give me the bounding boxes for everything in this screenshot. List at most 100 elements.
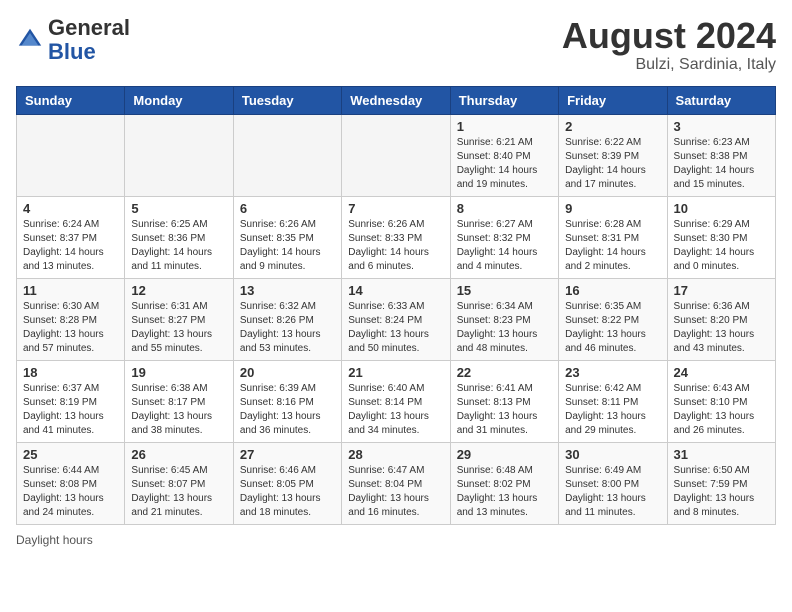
day-number: 5 <box>131 201 226 216</box>
day-content: Sunrise: 6:46 AM Sunset: 8:05 PM Dayligh… <box>240 464 335 520</box>
calendar-cell: 13 Sunrise: 6:32 AM Sunset: 8:26 PM Dayli… <box>233 278 341 360</box>
calendar-body: 1 Sunrise: 6:21 AM Sunset: 8:40 PM Daylig… <box>17 114 776 524</box>
calendar-cell: 7 Sunrise: 6:26 AM Sunset: 8:33 PM Daylig… <box>342 196 450 278</box>
calendar-cell: 31 Sunrise: 6:50 AM Sunset: 7:59 PM Dayli… <box>667 442 775 524</box>
day-number: 31 <box>674 447 769 462</box>
calendar-cell: 10Sunrise: 6:29 AM Sunset: 8:30 PM Dayli… <box>667 196 775 278</box>
calendar-cell: 17 Sunrise: 6:36 AM Sunset: 8:20 PM Dayli… <box>667 278 775 360</box>
calendar-cell: 25 Sunrise: 6:44 AM Sunset: 8:08 PM Dayli… <box>17 442 125 524</box>
day-content: Sunrise: 6:42 AM Sunset: 8:11 PM Dayligh… <box>565 382 660 438</box>
day-content: Sunrise: 6:31 AM Sunset: 8:27 PM Dayligh… <box>131 300 226 356</box>
calendar-cell: 26 Sunrise: 6:45 AM Sunset: 8:07 PM Dayli… <box>125 442 233 524</box>
day-number: 14 <box>348 283 443 298</box>
week-row-4: 18Sunrise: 6:37 AM Sunset: 8:19 PM Dayli… <box>17 360 776 442</box>
month-year: August 2024 <box>562 16 776 56</box>
calendar-cell <box>125 114 233 196</box>
day-content: Sunrise: 6:36 AM Sunset: 8:20 PM Dayligh… <box>674 300 769 356</box>
day-number: 10 <box>674 201 769 216</box>
day-content: Sunrise: 6:39 AM Sunset: 8:16 PM Dayligh… <box>240 382 335 438</box>
day-content: Sunrise: 6:44 AM Sunset: 8:08 PM Dayligh… <box>23 464 118 520</box>
day-number: 23 <box>565 365 660 380</box>
calendar-cell: 24Sunrise: 6:43 AM Sunset: 8:10 PM Dayli… <box>667 360 775 442</box>
day-content: Sunrise: 6:27 AM Sunset: 8:32 PM Dayligh… <box>457 218 552 274</box>
footer: Daylight hours <box>16 533 776 547</box>
day-number: 26 <box>131 447 226 462</box>
title-block: August 2024 Bulzi, Sardinia, Italy <box>562 16 776 74</box>
calendar-cell: 18Sunrise: 6:37 AM Sunset: 8:19 PM Dayli… <box>17 360 125 442</box>
day-number: 12 <box>131 283 226 298</box>
calendar-cell: 21Sunrise: 6:40 AM Sunset: 8:14 PM Dayli… <box>342 360 450 442</box>
day-number: 20 <box>240 365 335 380</box>
day-of-week-friday: Friday <box>559 86 667 114</box>
day-content: Sunrise: 6:26 AM Sunset: 8:35 PM Dayligh… <box>240 218 335 274</box>
day-number: 22 <box>457 365 552 380</box>
calendar-cell: 14Sunrise: 6:33 AM Sunset: 8:24 PM Dayli… <box>342 278 450 360</box>
week-row-1: 1 Sunrise: 6:21 AM Sunset: 8:40 PM Daylig… <box>17 114 776 196</box>
day-content: Sunrise: 6:22 AM Sunset: 8:39 PM Dayligh… <box>565 136 660 192</box>
day-content: Sunrise: 6:41 AM Sunset: 8:13 PM Dayligh… <box>457 382 552 438</box>
day-number: 28 <box>348 447 443 462</box>
calendar-cell: 6Sunrise: 6:26 AM Sunset: 8:35 PM Daylig… <box>233 196 341 278</box>
day-number: 19 <box>131 365 226 380</box>
calendar-cell: 9 Sunrise: 6:28 AM Sunset: 8:31 PM Daylig… <box>559 196 667 278</box>
day-number: 25 <box>23 447 118 462</box>
day-of-week-thursday: Thursday <box>450 86 558 114</box>
day-number: 24 <box>674 365 769 380</box>
day-number: 2 <box>565 119 660 134</box>
day-content: Sunrise: 6:23 AM Sunset: 8:38 PM Dayligh… <box>674 136 769 192</box>
day-number: 7 <box>348 201 443 216</box>
calendar-cell: 27 Sunrise: 6:46 AM Sunset: 8:05 PM Dayli… <box>233 442 341 524</box>
day-number: 27 <box>240 447 335 462</box>
header: General Blue August 2024 Bulzi, Sardinia… <box>16 16 776 74</box>
calendar-cell: 12 Sunrise: 6:31 AM Sunset: 8:27 PM Dayli… <box>125 278 233 360</box>
calendar-header: SundayMondayTuesdayWednesdayThursdayFrid… <box>17 86 776 114</box>
day-content: Sunrise: 6:47 AM Sunset: 8:04 PM Dayligh… <box>348 464 443 520</box>
day-number: 29 <box>457 447 552 462</box>
logo-general-text: General <box>48 15 130 40</box>
day-of-week-wednesday: Wednesday <box>342 86 450 114</box>
day-number: 18 <box>23 365 118 380</box>
calendar-cell: 22 Sunrise: 6:41 AM Sunset: 8:13 PM Dayli… <box>450 360 558 442</box>
day-number: 17 <box>674 283 769 298</box>
calendar-cell: 2 Sunrise: 6:22 AM Sunset: 8:39 PM Daylig… <box>559 114 667 196</box>
day-content: Sunrise: 6:28 AM Sunset: 8:31 PM Dayligh… <box>565 218 660 274</box>
day-content: Sunrise: 6:21 AM Sunset: 8:40 PM Dayligh… <box>457 136 552 192</box>
day-number: 13 <box>240 283 335 298</box>
calendar-cell <box>233 114 341 196</box>
location: Bulzi, Sardinia, Italy <box>562 56 776 74</box>
day-of-week-tuesday: Tuesday <box>233 86 341 114</box>
calendar-table: SundayMondayTuesdayWednesdayThursdayFrid… <box>16 86 776 525</box>
day-content: Sunrise: 6:50 AM Sunset: 7:59 PM Dayligh… <box>674 464 769 520</box>
day-content: Sunrise: 6:35 AM Sunset: 8:22 PM Dayligh… <box>565 300 660 356</box>
calendar-cell: 20 Sunrise: 6:39 AM Sunset: 8:16 PM Dayli… <box>233 360 341 442</box>
calendar-cell: 1 Sunrise: 6:21 AM Sunset: 8:40 PM Daylig… <box>450 114 558 196</box>
calendar-cell: 3 Sunrise: 6:23 AM Sunset: 8:38 PM Daylig… <box>667 114 775 196</box>
day-content: Sunrise: 6:49 AM Sunset: 8:00 PM Dayligh… <box>565 464 660 520</box>
day-of-week-saturday: Saturday <box>667 86 775 114</box>
day-number: 21 <box>348 365 443 380</box>
day-number: 15 <box>457 283 552 298</box>
day-content: Sunrise: 6:45 AM Sunset: 8:07 PM Dayligh… <box>131 464 226 520</box>
day-content: Sunrise: 6:48 AM Sunset: 8:02 PM Dayligh… <box>457 464 552 520</box>
week-row-3: 11Sunrise: 6:30 AM Sunset: 8:28 PM Dayli… <box>17 278 776 360</box>
calendar-cell <box>342 114 450 196</box>
calendar-cell: 4Sunrise: 6:24 AM Sunset: 8:37 PM Daylig… <box>17 196 125 278</box>
day-content: Sunrise: 6:32 AM Sunset: 8:26 PM Dayligh… <box>240 300 335 356</box>
calendar-cell: 19Sunrise: 6:38 AM Sunset: 8:17 PM Dayli… <box>125 360 233 442</box>
day-content: Sunrise: 6:24 AM Sunset: 8:37 PM Dayligh… <box>23 218 118 274</box>
days-of-week-row: SundayMondayTuesdayWednesdayThursdayFrid… <box>17 86 776 114</box>
day-of-week-sunday: Sunday <box>17 86 125 114</box>
calendar-cell: 30Sunrise: 6:49 AM Sunset: 8:00 PM Dayli… <box>559 442 667 524</box>
day-content: Sunrise: 6:34 AM Sunset: 8:23 PM Dayligh… <box>457 300 552 356</box>
logo-blue-text: Blue <box>48 39 96 64</box>
calendar-cell <box>17 114 125 196</box>
daylight-label: Daylight hours <box>16 533 93 547</box>
logo-icon <box>16 26 44 54</box>
day-number: 1 <box>457 119 552 134</box>
day-number: 9 <box>565 201 660 216</box>
calendar-cell: 8Sunrise: 6:27 AM Sunset: 8:32 PM Daylig… <box>450 196 558 278</box>
day-number: 3 <box>674 119 769 134</box>
calendar-cell: 23 Sunrise: 6:42 AM Sunset: 8:11 PM Dayli… <box>559 360 667 442</box>
day-content: Sunrise: 6:26 AM Sunset: 8:33 PM Dayligh… <box>348 218 443 274</box>
week-row-2: 4Sunrise: 6:24 AM Sunset: 8:37 PM Daylig… <box>17 196 776 278</box>
